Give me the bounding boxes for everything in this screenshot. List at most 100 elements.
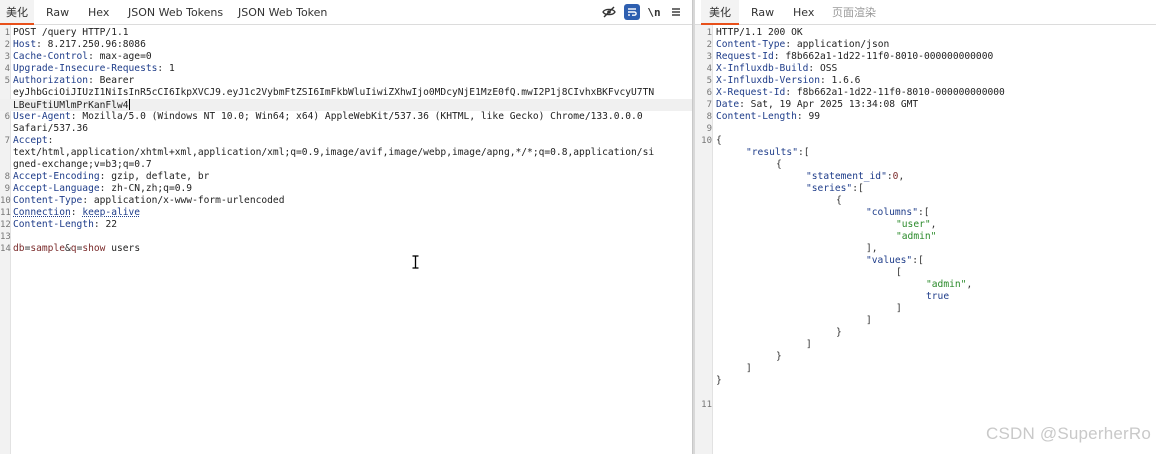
header-name: X-Influxdb-Version <box>716 75 820 86</box>
caret <box>128 99 130 110</box>
json-content: "user", <box>716 219 936 231</box>
line-content: Accept-Encoding: gzip, deflate, br <box>13 171 209 183</box>
json-token: :[ <box>797 147 810 158</box>
response-tab-raw[interactable]: Raw <box>751 0 774 24</box>
line-number: 8 <box>4 172 10 182</box>
json-token: , <box>898 171 905 182</box>
json-content: ] <box>716 363 752 375</box>
newline-toggle-icon[interactable]: \n <box>646 4 662 20</box>
line-content: Content-Type: application/x-www-form-url… <box>13 195 284 207</box>
header-value: Bearer <box>99 75 135 86</box>
response-pane: 美化 Raw Hex 页面渲染 1 HTTP/1.1 200 OK 2 Content… <box>695 0 1156 454</box>
json-content: "series":[ <box>716 183 864 195</box>
request-line: gned-exchange;v=b3;q=0.7 <box>0 159 692 171</box>
line-content: Cache-Control: max-age=0 <box>13 51 152 63</box>
json-content: [ <box>716 267 902 279</box>
response-line <box>695 387 1156 399</box>
json-token: ] <box>866 315 872 326</box>
response-line: 3 Request-Id: f8b662a1-1d22-11f0-8010-000… <box>695 51 1156 63</box>
header-value: f8b662a1-1d22-11f0-8010-000000000000 <box>796 87 1005 98</box>
request-line: eyJhbGciOiJIUzI1NiIsInR5cCI6IkpXVCJ9.eyJ… <box>0 87 692 99</box>
response-editor[interactable]: 1 HTTP/1.1 200 OK 2 Content-Type: applicati… <box>695 27 1156 454</box>
json-content: } <box>716 327 842 339</box>
request-tabbar: 美化 Raw Hex JSON Web Tokens JSON Web Toke… <box>0 0 692 25</box>
response-line: "admin" <box>695 231 1156 243</box>
line-content: Content-Length: 22 <box>13 219 117 231</box>
header-name: Upgrade-Insecure-Requests <box>13 63 158 74</box>
response-line: 9 <box>695 123 1156 135</box>
json-token: "admin" <box>926 279 967 290</box>
response-line: { <box>695 195 1156 207</box>
response-tab-pretty[interactable]: 美化 <box>701 0 739 25</box>
request-tab-pretty[interactable]: 美化 <box>0 0 34 25</box>
line-number: 9 <box>4 184 10 194</box>
response-tab-render[interactable]: 页面渲染 <box>832 0 876 24</box>
line-number <box>695 351 716 363</box>
header-name: Content-Length <box>13 219 94 230</box>
line-number <box>0 99 13 111</box>
header-colon: : <box>88 75 100 86</box>
header-name: Host <box>13 39 37 50</box>
line-number <box>695 219 716 231</box>
json-token: ] <box>896 303 902 314</box>
header-value: Sat, 19 Apr 2025 13:34:08 GMT <box>750 99 919 110</box>
header-colon: : <box>36 39 48 50</box>
header-name: Content-Type <box>716 39 786 50</box>
line-number: 5 <box>706 76 712 86</box>
json-token: :[ <box>917 207 930 218</box>
json-token: true <box>926 291 950 302</box>
line-content: LBeuFtiUMlmPrKanFlw4 <box>13 99 130 111</box>
json-token: ], <box>866 243 878 254</box>
line-content: Safari/537.36 <box>13 123 88 135</box>
line-number <box>695 267 716 279</box>
line-number <box>695 291 716 303</box>
json-content: "admin" <box>716 231 936 243</box>
line-number <box>695 147 716 159</box>
response-tab-hex[interactable]: Hex <box>793 0 814 24</box>
menu-icon[interactable] <box>668 4 684 20</box>
response-line: "admin", <box>695 279 1156 291</box>
pretty-print-toggle-icon[interactable] <box>624 4 640 20</box>
header-colon: : <box>99 171 112 182</box>
json-content: { <box>716 195 842 207</box>
line-content: User-Agent: Mozilla/5.0 (Windows NT 10.0… <box>13 111 643 123</box>
request-editor[interactable]: 1 POST /query HTTP/1.1 2 Host: 8.217.250.96… <box>0 27 692 454</box>
line-number <box>695 255 716 267</box>
response-line: true <box>695 291 1156 303</box>
hide-eye-icon[interactable] <box>601 4 617 20</box>
request-tab-json-web-tokens[interactable]: JSON Web Tokens <box>128 0 223 24</box>
line-content: Host: 8.217.250.96:8086 <box>13 39 146 51</box>
response-line: "results":[ <box>695 147 1156 159</box>
response-line: "values":[ <box>695 255 1156 267</box>
request-line: 3 Cache-Control: max-age=0 <box>0 51 692 63</box>
status-line: HTTP/1.1 200 OK <box>716 27 803 38</box>
line-number: 9 <box>706 124 712 134</box>
request-tab-hex[interactable]: Hex <box>88 0 109 24</box>
line-number: 1 <box>706 28 712 38</box>
line-number <box>695 387 716 399</box>
header-colon: : <box>47 135 54 146</box>
param-key: db <box>13 243 25 254</box>
response-line: 7 Date: Sat, 19 Apr 2025 13:34:08 GMT <box>695 99 1156 111</box>
request-line-text: POST /query HTTP/1.1 <box>13 27 129 38</box>
param-value: sample <box>30 243 65 254</box>
line-number <box>695 183 716 195</box>
line-number <box>695 315 716 327</box>
header-colon: : <box>70 111 83 122</box>
request-tab-json-web-token[interactable]: JSON Web Token <box>238 0 327 24</box>
request-tab-raw[interactable]: Raw <box>46 0 69 24</box>
request-line: LBeuFtiUMlmPrKanFlw4 <box>0 99 692 111</box>
request-line: 10 Content-Type: application/x-www-form-u… <box>0 195 692 207</box>
request-line: 1 POST /query HTTP/1.1 <box>0 27 692 39</box>
param-value: show <box>82 243 106 254</box>
line-content: Date: Sat, 19 Apr 2025 13:34:08 GMT <box>716 99 918 111</box>
line-number: 10 <box>0 196 11 206</box>
json-content: ] <box>716 339 812 351</box>
line-content: Content-Length: 99 <box>716 111 820 123</box>
header-value: OSS <box>819 63 838 74</box>
json-content: ], <box>716 243 878 255</box>
header-colon: : <box>82 195 94 206</box>
response-line: 5 X-Influxdb-Version: 1.6.6 <box>695 75 1156 87</box>
header-colon: : <box>785 39 797 50</box>
header-value: f8b662a1-1d22-11f0-8010-000000000000 <box>785 51 994 62</box>
